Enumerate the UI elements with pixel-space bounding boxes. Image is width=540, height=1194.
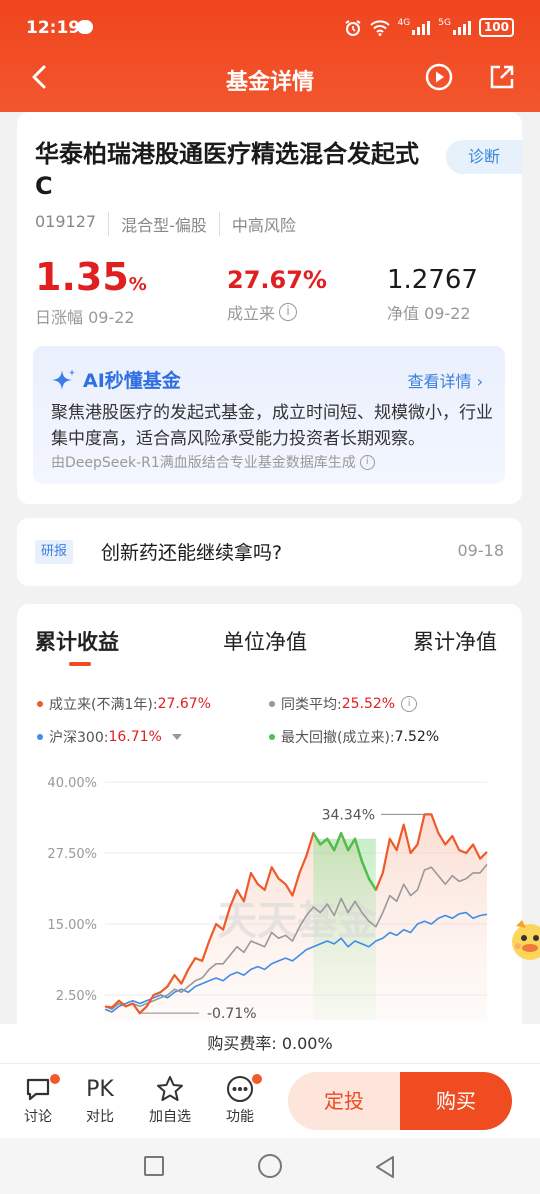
research-tag: 研报 bbox=[35, 540, 74, 564]
fund-code: 019127 bbox=[35, 212, 97, 231]
auto-invest-button[interactable]: 定投 bbox=[288, 1072, 400, 1130]
fund-risk: 中高风险 bbox=[218, 212, 308, 236]
chart-card: 累计收益 单位净值 累计净值 成立来(不满1年): 27.67% 同类平均: 25.… bbox=[17, 604, 522, 1044]
info-icon[interactable]: i bbox=[359, 454, 375, 470]
since-inception-value: 27.67% bbox=[227, 266, 327, 294]
bottom-action-bar: 讨论 PK 对比 加自选 功能 定投 购买 bbox=[0, 1064, 540, 1138]
nav-value: 1.2767 bbox=[387, 265, 478, 295]
play-icon[interactable] bbox=[424, 62, 454, 92]
buy-button[interactable]: 购买 bbox=[400, 1072, 512, 1130]
battery-icon: 100 bbox=[478, 18, 514, 37]
status-bar: 12:19 4G 5G 100 bbox=[0, 0, 540, 58]
system-back-icon[interactable] bbox=[372, 1154, 398, 1180]
max-annotation: 34.34% bbox=[322, 807, 375, 823]
fund-name: 华泰柏瑞港股通医疗精选混合发起式C bbox=[35, 140, 419, 200]
nav-label: 净值 09-22 bbox=[387, 304, 471, 323]
add-watchlist-button[interactable]: 加自选 bbox=[142, 1072, 198, 1126]
fund-info-card: 华泰柏瑞港股通医疗精选混合发起式C 诊断 019127 混合型-偏股 中高风险 … bbox=[17, 112, 522, 504]
ai-summary-box[interactable]: AI秒懂基金 查看详情 › 聚焦港股医疗的发起式基金，成立时间短、规模微小，行业… bbox=[33, 346, 505, 484]
y-tick-label: 27.50% bbox=[47, 847, 97, 862]
alarm-icon bbox=[344, 19, 361, 36]
research-card[interactable]: 研报 创新药还能继续拿吗? 09-18 bbox=[17, 518, 522, 586]
page-title: 基金详情 bbox=[225, 70, 314, 95]
fee-bar: 购买费率: 0.00% bbox=[0, 1024, 540, 1064]
recent-apps-button[interactable] bbox=[144, 1156, 164, 1176]
wifi-icon bbox=[369, 19, 390, 36]
ai-summary-text: 聚焦港股医疗的发起式基金，成立时间短、规模微小，行业集中度高，适合高风险承受能力… bbox=[51, 403, 493, 449]
discuss-button[interactable]: 讨论 bbox=[10, 1072, 66, 1126]
network-type-1: 4G bbox=[397, 17, 411, 28]
home-button[interactable] bbox=[258, 1154, 282, 1178]
star-icon bbox=[157, 1076, 183, 1101]
research-title: 创新药还能继续拿吗? bbox=[101, 542, 283, 564]
day-change-metric: 1.35% 日涨幅 09-22 bbox=[35, 256, 147, 328]
ai-details-link[interactable]: 查看详情 › bbox=[408, 368, 484, 392]
header: 12:19 4G 5G 100 基金详情 bbox=[0, 0, 540, 112]
info-icon[interactable]: i bbox=[279, 303, 298, 321]
diagnose-button[interactable]: 诊断 bbox=[446, 140, 522, 174]
pk-icon: PK bbox=[86, 1076, 114, 1102]
min-annotation: -0.71% bbox=[207, 1006, 257, 1022]
fund-tags: 019127 混合型-偏股 中高风险 bbox=[35, 212, 308, 236]
return-chart[interactable]: 40.00% 27.50% 15.00% 2.50% 天天基金 34.34% -0.71% bbox=[17, 604, 522, 1044]
more-icon bbox=[227, 1076, 253, 1102]
system-nav-bar bbox=[0, 1138, 540, 1194]
network-type-2: 5G bbox=[438, 17, 451, 28]
signal-icon-2 bbox=[452, 20, 471, 35]
notification-dot bbox=[252, 1074, 262, 1084]
ai-title: AI秒懂基金 bbox=[51, 366, 181, 393]
signal-icon-1 bbox=[412, 20, 431, 35]
notification-dot bbox=[50, 1074, 60, 1084]
sparkle-icon bbox=[52, 368, 75, 390]
compare-button[interactable]: PK 对比 bbox=[72, 1072, 128, 1126]
chat-notification-icon bbox=[77, 20, 93, 34]
ai-source: 由DeepSeek-R1满血版结合专业基金数据库生成 i bbox=[51, 452, 375, 472]
status-time: 12:19 bbox=[26, 18, 81, 38]
research-date: 09-18 bbox=[457, 541, 505, 560]
since-inception-label: 成立来 i bbox=[227, 300, 327, 324]
status-icons: 4G 5G 100 bbox=[344, 18, 514, 37]
y-tick-label: 2.50% bbox=[56, 989, 97, 1004]
mascot-icon[interactable] bbox=[508, 916, 540, 968]
functions-button[interactable]: 功能 bbox=[212, 1072, 268, 1126]
y-tick-label: 40.00% bbox=[47, 776, 97, 791]
fund-type: 混合型-偏股 bbox=[108, 212, 219, 236]
day-change-label: 日涨幅 09-22 bbox=[35, 308, 135, 327]
purchase-buttons: 定投 购买 bbox=[288, 1072, 512, 1130]
since-inception-metric: 27.67% 成立来 i bbox=[227, 262, 327, 324]
nav-metric: 1.2767 净值 09-22 bbox=[387, 262, 478, 324]
share-icon[interactable] bbox=[487, 62, 517, 92]
watermark: 天天基金 bbox=[217, 898, 378, 944]
chat-bubble-icon bbox=[26, 1078, 50, 1101]
y-tick-label: 15.00% bbox=[47, 918, 97, 933]
day-change-value: 1.35% bbox=[35, 255, 147, 299]
